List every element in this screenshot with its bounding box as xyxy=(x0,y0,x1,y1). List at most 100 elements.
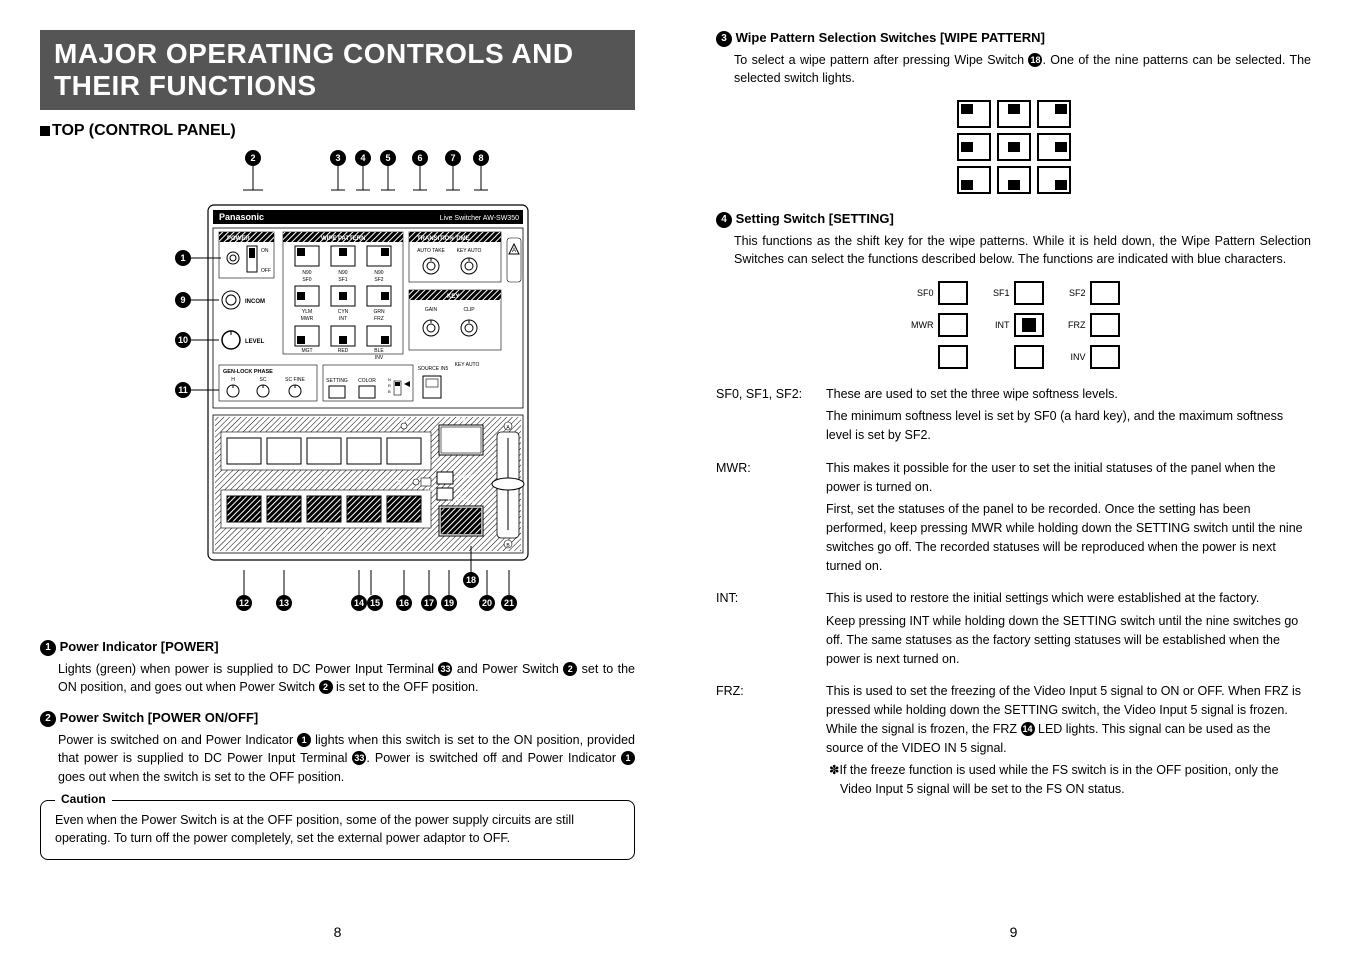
label-sf1: SF1 xyxy=(984,288,1010,298)
section-heading: TOP (CONTROL PANEL) xyxy=(40,122,635,140)
svg-text:OFF: OFF xyxy=(261,268,271,274)
svg-text:AUTO TAKE: AUTO TAKE xyxy=(447,499,475,505)
label-frz: FRZ xyxy=(1060,320,1086,330)
svg-text:19: 19 xyxy=(443,598,453,608)
wipe-pattern-grid xyxy=(954,97,1074,197)
ref-icon: 2 xyxy=(563,662,577,676)
svg-text:MWR: MWR xyxy=(300,316,313,322)
svg-text:FRZ: FRZ xyxy=(399,418,409,424)
ref-icon: 33 xyxy=(352,751,366,765)
svg-text:AUTO TAKE: AUTO TAKE xyxy=(417,248,445,254)
square-bullet-icon xyxy=(40,126,50,136)
svg-text:BLE: BLE xyxy=(374,348,384,354)
item1-body: Lights (green) when power is supplied to… xyxy=(58,660,635,696)
svg-text:INT: INT xyxy=(338,316,346,322)
svg-text:INCOM: INCOM xyxy=(245,299,265,305)
svg-text:A: A xyxy=(511,248,515,254)
svg-text:B: B xyxy=(323,534,327,540)
def-body: These are used to set the three wipe sof… xyxy=(826,385,1311,449)
svg-text:N90: N90 xyxy=(374,270,383,276)
section-heading-text: TOP (CONTROL PANEL) xyxy=(52,122,236,139)
svg-text:POWER: POWER xyxy=(227,236,250,242)
def-body: This makes it possible for the user to s… xyxy=(826,459,1311,580)
svg-text:6: 6 xyxy=(417,153,422,163)
page-9: 3 Wipe Pattern Selection Switches [WIPE … xyxy=(676,0,1351,954)
svg-text:N: N xyxy=(388,377,391,382)
svg-text:4: 4 xyxy=(360,153,365,163)
title-bar: MAJOR OPERATING CONTROLS AND THEIR FUNCT… xyxy=(40,30,635,110)
svg-text:GRN: GRN xyxy=(373,309,385,315)
svg-text:KEY: KEY xyxy=(447,294,459,300)
svg-text:12: 12 xyxy=(238,598,248,608)
label-int: INT xyxy=(984,320,1010,330)
svg-text:INV: INV xyxy=(374,355,383,361)
svg-text:15: 15 xyxy=(369,598,379,608)
svg-text:CLIP: CLIP xyxy=(463,307,475,313)
callout-3-icon: 3 xyxy=(716,31,732,47)
ref-icon: 2 xyxy=(319,680,333,694)
svg-text:7: 7 xyxy=(450,153,455,163)
svg-text:10: 10 xyxy=(177,335,187,345)
svg-text:COLOR: COLOR xyxy=(358,378,376,384)
def-term: INT: xyxy=(716,589,826,672)
svg-text:1: 1 xyxy=(180,253,185,263)
def-term: MWR: xyxy=(716,459,826,580)
svg-text:21: 21 xyxy=(503,598,513,608)
item1-heading-text: Power Indicator [POWER] xyxy=(60,639,219,654)
setting-grid: SF0 SF1 SF2 MWR INT FRZ INV xyxy=(899,281,1129,369)
svg-text:SOURCE IN5: SOURCE IN5 xyxy=(417,366,448,372)
control-panel-diagram: 2 3 4 5 6 7 8 Panasonic Live Switcher AW… xyxy=(123,150,553,615)
def-body: This is used to restore the initial sett… xyxy=(826,589,1311,672)
item3-heading: 3 Wipe Pattern Selection Switches [WIPE … xyxy=(716,30,1311,47)
item4-heading: 4 Setting Switch [SETTING] xyxy=(716,211,1311,228)
svg-text:SF0: SF0 xyxy=(302,277,311,283)
svg-text:R: R xyxy=(388,383,391,388)
item3-heading-text: Wipe Pattern Selection Switches [WIPE PA… xyxy=(736,30,1045,45)
svg-text:Live Switcher AW-SW350: Live Switcher AW-SW350 xyxy=(439,215,518,222)
def-body: This is used to set the freezing of the … xyxy=(826,682,1311,803)
svg-text:SETTING: SETTING xyxy=(326,378,348,384)
callout-1-icon: 1 xyxy=(40,640,56,656)
caution-box: Caution Even when the Power Switch is at… xyxy=(40,800,635,860)
svg-text:17: 17 xyxy=(423,598,433,608)
ref-icon: 18 xyxy=(1028,53,1042,67)
svg-text:A: A xyxy=(323,425,327,431)
caution-label: Caution xyxy=(55,792,112,806)
def-frz: FRZ: This is used to set the freezing of… xyxy=(716,682,1311,803)
box-icon xyxy=(938,281,968,305)
box-icon xyxy=(1014,281,1044,305)
item2-heading-text: Power Switch [POWER ON/OFF] xyxy=(60,710,259,725)
label-sf2: SF2 xyxy=(1060,288,1086,298)
svg-text:11: 11 xyxy=(178,385,188,395)
svg-text:TRANSITION TIME: TRANSITION TIME xyxy=(417,236,470,242)
svg-text:20: 20 xyxy=(481,598,491,608)
svg-text:5: 5 xyxy=(385,153,390,163)
svg-text:CYN: CYN xyxy=(337,309,348,315)
svg-text:2: 2 xyxy=(250,153,255,163)
svg-text:LEVEL: LEVEL xyxy=(245,339,265,345)
svg-text:RED: RED xyxy=(337,348,348,354)
page-number: 8 xyxy=(0,924,675,940)
svg-text:18: 18 xyxy=(465,575,475,585)
svg-text:8: 8 xyxy=(478,153,483,163)
svg-text:KEY AUTO: KEY AUTO xyxy=(456,248,481,254)
def-term: SF0, SF1, SF2: xyxy=(716,385,826,449)
svg-text:9: 9 xyxy=(180,295,185,305)
page-number: 9 xyxy=(676,924,1351,940)
svg-text:ON: ON xyxy=(261,248,269,254)
def-mwr: MWR: This makes it possible for the user… xyxy=(716,459,1311,580)
svg-text:Panasonic: Panasonic xyxy=(219,212,264,222)
item1-heading: 1 Power Indicator [POWER] xyxy=(40,639,635,656)
ref-icon: 1 xyxy=(297,733,311,747)
box-icon xyxy=(1014,345,1044,369)
definition-list: SF0, SF1, SF2: These are used to set the… xyxy=(716,385,1311,803)
label-inv: INV xyxy=(1060,352,1086,362)
box-icon xyxy=(938,345,968,369)
page-8: MAJOR OPERATING CONTROLS AND THEIR FUNCT… xyxy=(0,0,675,954)
svg-text:2: 2 xyxy=(282,480,286,487)
box-icon xyxy=(1090,345,1120,369)
svg-text:SF2: SF2 xyxy=(374,277,383,283)
label-mwr: MWR xyxy=(908,320,934,330)
svg-text:3: 3 xyxy=(322,480,326,487)
def-int: INT: This is used to restore the initial… xyxy=(716,589,1311,672)
